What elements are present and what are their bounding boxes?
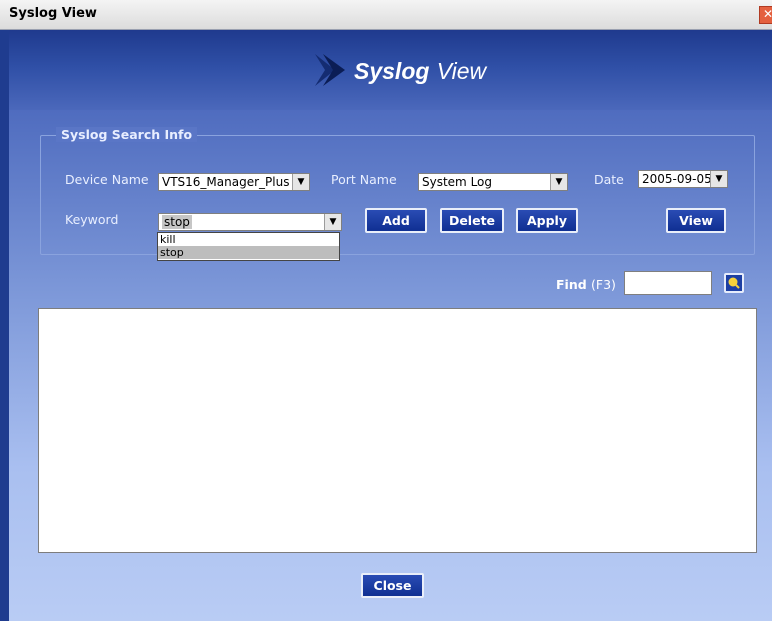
- find-input[interactable]: [624, 271, 712, 295]
- chevron-down-icon[interactable]: ▼: [292, 174, 309, 190]
- view-button[interactable]: View: [666, 208, 726, 233]
- device-name-select[interactable]: VTS16_Manager_Plus ▼: [158, 173, 310, 191]
- chevron-down-icon[interactable]: ▼: [550, 174, 567, 190]
- syslog-search-info-group: Syslog Search Info Device Name VTS16_Man…: [40, 127, 755, 255]
- header-banner: Syslog View: [9, 30, 772, 110]
- keyword-value[interactable]: stop: [162, 215, 192, 229]
- syslog-output-area[interactable]: [38, 308, 757, 553]
- left-edge: [0, 30, 9, 621]
- device-name-label: Device Name: [65, 172, 149, 187]
- close-icon[interactable]: ✕: [759, 6, 772, 24]
- keyword-label: Keyword: [65, 212, 119, 227]
- date-picker[interactable]: 2005-09-05 ▼: [638, 170, 728, 188]
- date-label: Date: [594, 172, 624, 187]
- chevron-down-icon[interactable]: ▼: [710, 171, 727, 187]
- find-search-button[interactable]: [724, 273, 744, 293]
- keyword-dropdown-list: kill stop: [157, 232, 340, 261]
- window-title: Syslog View: [9, 6, 97, 21]
- keyword-option[interactable]: kill: [158, 233, 339, 246]
- syslog-view-window: Syslog View ✕ Syslog View Syslog Search …: [0, 0, 772, 621]
- title-bar: Syslog View ✕: [0, 0, 772, 30]
- port-name-select[interactable]: System Log ▼: [418, 173, 568, 191]
- apply-button[interactable]: Apply: [516, 208, 578, 233]
- device-name-value: VTS16_Manager_Plus: [162, 175, 290, 189]
- keyword-combo[interactable]: stop ▼: [158, 213, 342, 231]
- keyword-option[interactable]: stop: [158, 246, 339, 259]
- close-button[interactable]: Close: [361, 573, 424, 598]
- add-button[interactable]: Add: [365, 208, 427, 233]
- group-legend: Syslog Search Info: [56, 127, 198, 142]
- find-label: Find (F3): [556, 277, 616, 292]
- arrow-icon: [315, 54, 345, 86]
- main-panel: Syslog Search Info Device Name VTS16_Man…: [9, 110, 772, 621]
- delete-button[interactable]: Delete: [440, 208, 504, 233]
- port-name-label: Port Name: [331, 172, 397, 187]
- port-name-value: System Log: [422, 175, 492, 189]
- banner-title: Syslog View: [354, 58, 487, 84]
- date-value: 2005-09-05: [642, 172, 712, 186]
- chevron-down-icon[interactable]: ▼: [324, 214, 341, 230]
- search-icon: [728, 277, 740, 289]
